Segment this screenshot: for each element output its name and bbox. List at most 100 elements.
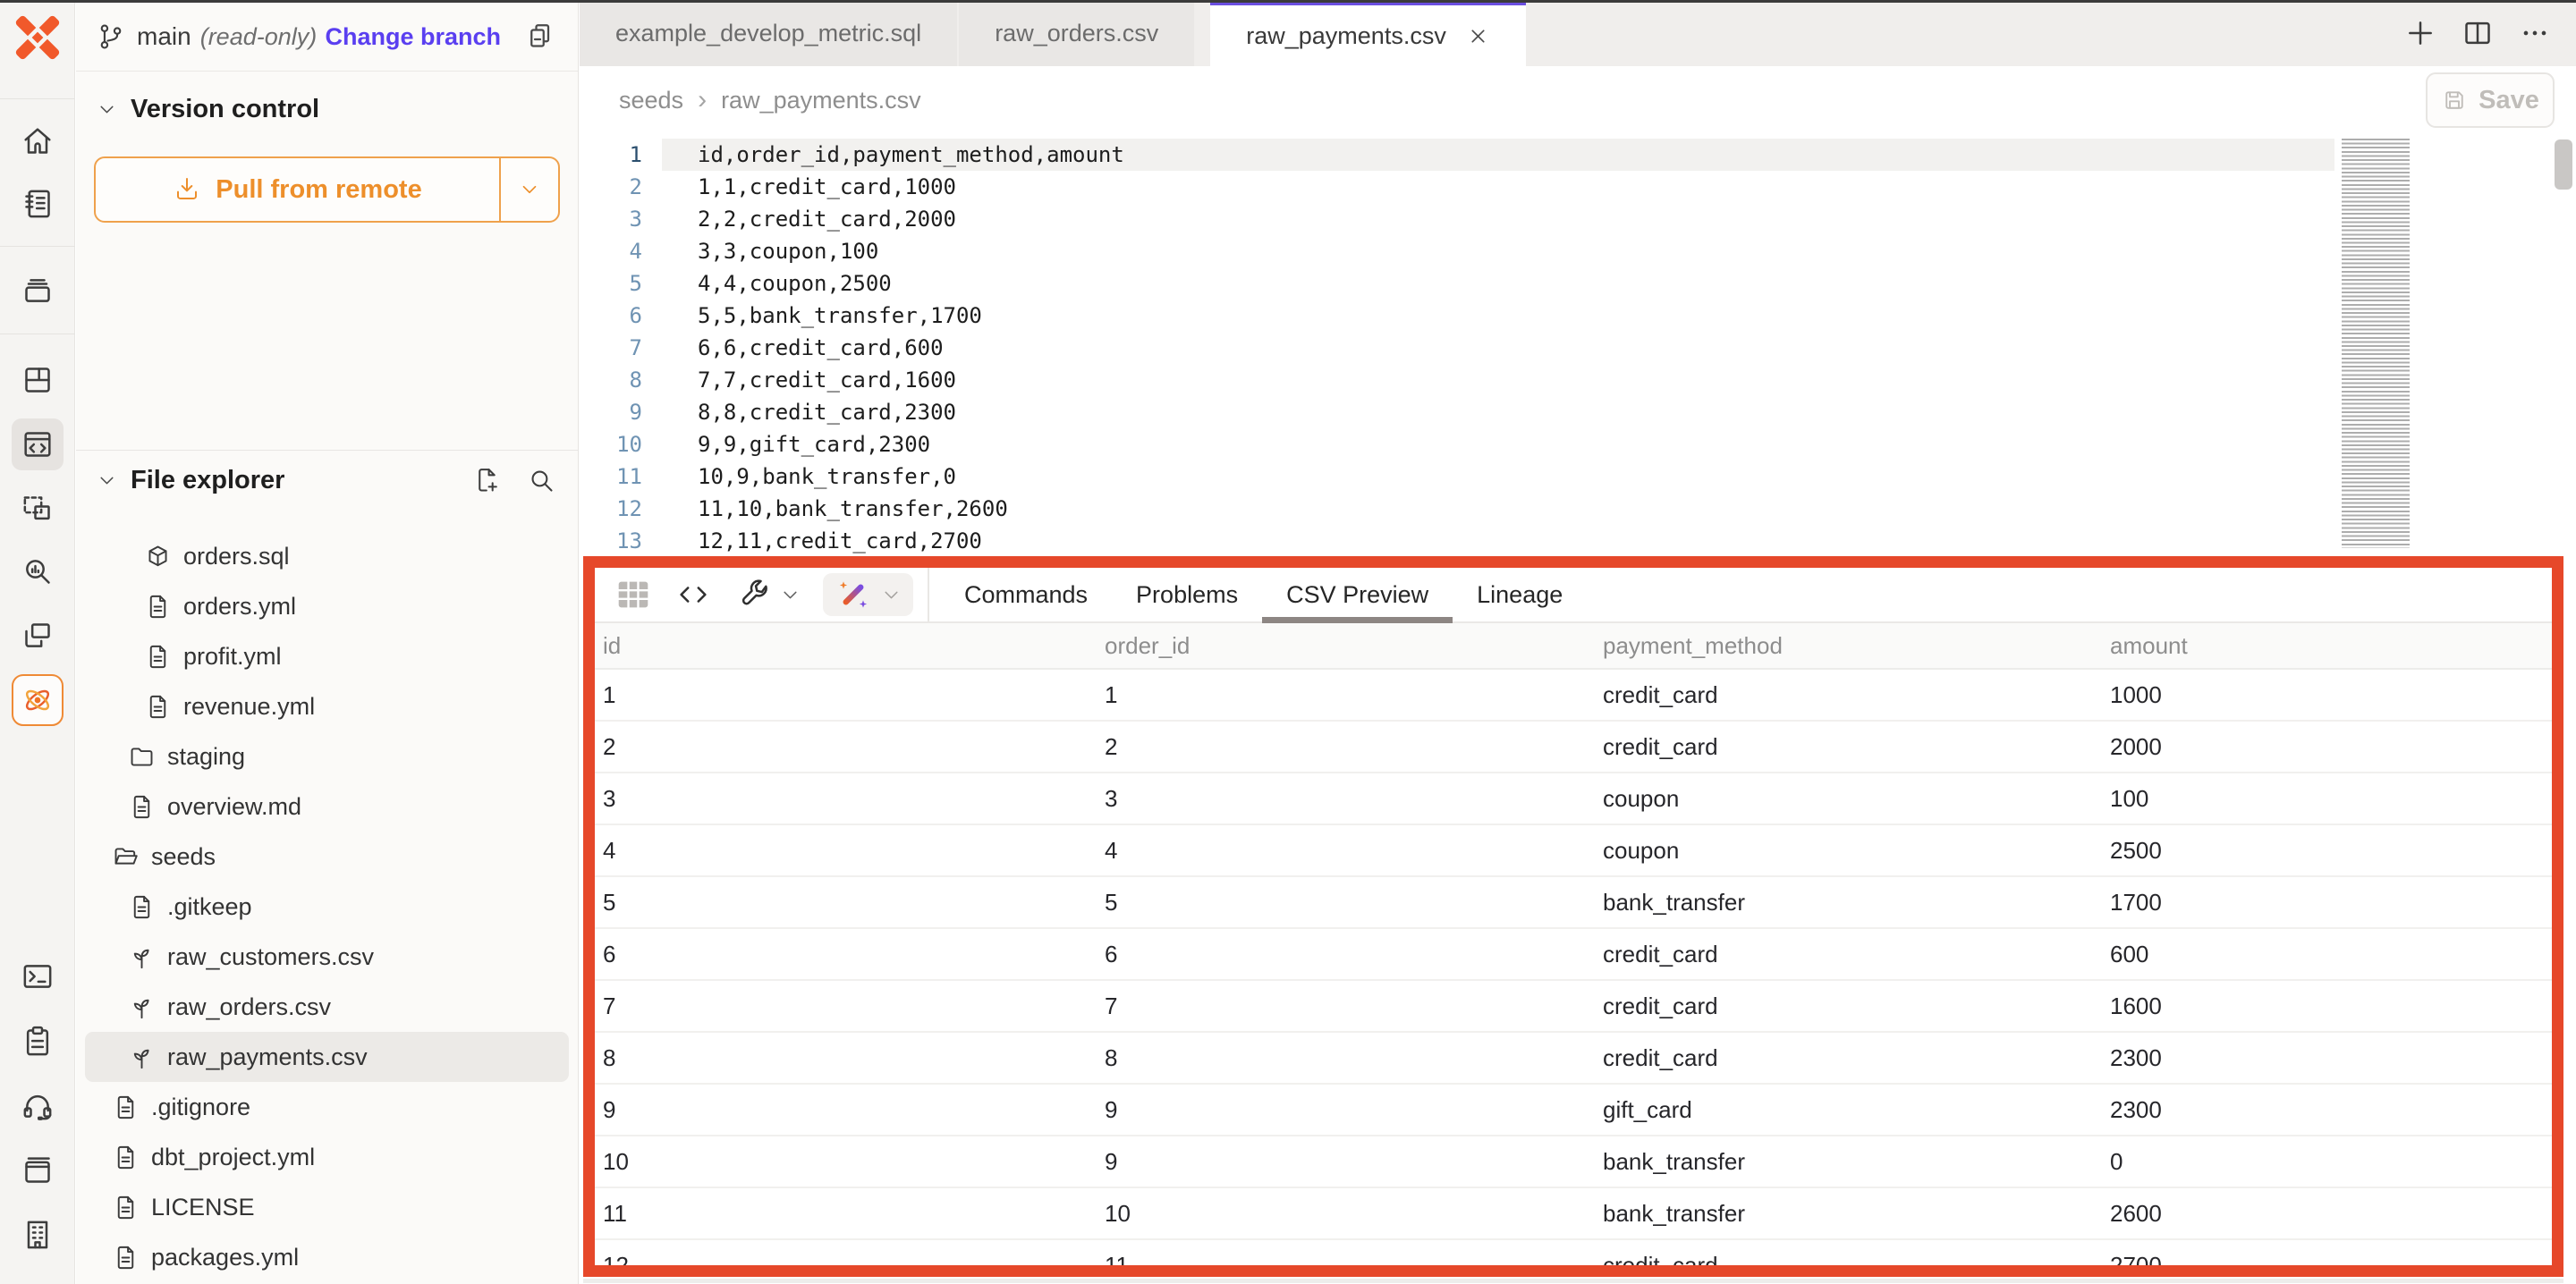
table-cell: 11 <box>1097 1252 1595 1278</box>
change-branch-link[interactable]: Change branch <box>325 23 501 51</box>
file-item-orders-yml[interactable]: orders.yml <box>85 581 569 631</box>
code-text: 2,2,credit_card,2000 <box>662 203 956 235</box>
file-item-revenue-yml[interactable]: revenue.yml <box>85 681 569 731</box>
editor-tabbar: example_develop_metric.sqlraw_orders.csv… <box>580 0 2576 66</box>
table-cell: 9 <box>1097 1096 1595 1124</box>
minimap[interactable] <box>2342 139 2410 548</box>
table-cell: 600 <box>2102 941 2552 968</box>
table-cell: credit_card <box>1595 941 2102 968</box>
rail-item-building[interactable] <box>12 1209 64 1261</box>
rail-item-home[interactable] <box>12 115 64 167</box>
panel-tab-commands[interactable]: Commands <box>940 568 1112 621</box>
chevron-down-icon[interactable] <box>880 584 902 606</box>
file-item--gitkeep[interactable]: .gitkeep <box>85 882 569 932</box>
cube-icon <box>144 543 172 570</box>
rail-item-browser[interactable] <box>12 1145 64 1196</box>
table-row: 77credit_card1600 <box>595 981 2552 1033</box>
chevron-down-icon[interactable] <box>779 584 801 606</box>
close-icon[interactable] <box>1466 24 1490 48</box>
rail-item-windows[interactable] <box>12 610 64 662</box>
breadcrumb-chevron-icon: › <box>698 85 707 115</box>
panel-bottom-strip <box>583 1279 2563 1283</box>
file-item-label: packages.yml <box>151 1244 299 1271</box>
new-tab-icon[interactable] <box>2402 15 2438 51</box>
file-item-raw-customers-csv[interactable]: raw_customers.csv <box>85 932 569 982</box>
rail-item-atom[interactable] <box>12 674 64 726</box>
editor-tab-raw-payments-csv[interactable]: raw_payments.csv <box>1210 0 1526 66</box>
column-header-amount: amount <box>2102 632 2552 660</box>
rail-item-clipboard[interactable] <box>12 1016 64 1068</box>
breadcrumb-folder[interactable]: seeds <box>619 87 683 114</box>
chevron-down-icon[interactable] <box>96 469 118 492</box>
copy-docs-icon[interactable] <box>524 21 556 53</box>
rail-item-search-insights[interactable] <box>12 545 64 597</box>
file-item-label: raw_payments.csv <box>167 1043 368 1071</box>
file-item-raw-payments-csv[interactable]: raw_payments.csv <box>85 1032 569 1082</box>
editor-tab-raw-orders-csv[interactable]: raw_orders.csv <box>959 0 1194 66</box>
folder-open-icon <box>112 843 140 871</box>
file-item-label: .gitkeep <box>167 893 252 921</box>
file-item-overview-md[interactable]: overview.md <box>85 781 569 832</box>
file-item-raw-orders-csv[interactable]: raw_orders.csv <box>85 982 569 1032</box>
editor-scrollbar-thumb[interactable] <box>2555 139 2572 190</box>
table-cell: 5 <box>1097 889 1595 917</box>
line-number: 11 <box>580 460 662 493</box>
panel-toolbar: CommandsProblemsCSV PreviewLineage <box>595 568 2552 623</box>
panel-tab-problems[interactable]: Problems <box>1112 568 1262 621</box>
panel-tab-csv-preview[interactable]: CSV Preview <box>1262 568 1453 621</box>
branch-row: main (read-only) Change branch <box>76 0 578 72</box>
file-item-label: staging <box>167 743 245 771</box>
file-item-orders-sql[interactable]: orders.sql <box>85 531 569 581</box>
seed-icon <box>128 1043 156 1071</box>
pull-from-remote-button[interactable]: Pull from remote <box>94 156 560 223</box>
panel-tab-lineage[interactable]: Lineage <box>1453 568 1587 621</box>
build-wrench-icon[interactable] <box>736 577 772 612</box>
code-line-3: 32,2,credit_card,2000 <box>580 203 2576 235</box>
rail-item-headset[interactable] <box>12 1080 64 1132</box>
chevron-down-icon[interactable] <box>96 98 118 121</box>
frame-select-icon <box>20 491 55 527</box>
table-cell: 2300 <box>2102 1044 2552 1072</box>
table-view-icon[interactable] <box>613 574 654 615</box>
file-item-seeds[interactable]: seeds <box>85 832 569 882</box>
file-item-dbt-project-yml[interactable]: dbt_project.yml <box>85 1132 569 1182</box>
file-item-staging[interactable]: staging <box>85 731 569 781</box>
rail-item-layout-grid[interactable] <box>12 354 64 406</box>
folder-icon <box>128 743 156 771</box>
save-button[interactable]: Save <box>2426 72 2555 128</box>
file-item-label: raw_customers.csv <box>167 943 374 971</box>
rail-item-frame-select[interactable] <box>12 483 64 535</box>
table-cell: 2000 <box>2102 733 2552 761</box>
ai-assist-button[interactable] <box>823 573 913 616</box>
csv-table-header: idorder_idpayment_methodamount <box>595 623 2552 670</box>
breadcrumb-file[interactable]: raw_payments.csv <box>721 87 921 114</box>
table-cell: credit_card <box>1595 1252 2102 1278</box>
rail-item-notebook[interactable] <box>12 178 64 230</box>
table-cell: coupon <box>1595 785 2102 813</box>
file-item-label: seeds <box>151 843 216 871</box>
rail-item-code-window[interactable] <box>12 418 64 470</box>
file-item-license[interactable]: LICENSE <box>85 1182 569 1232</box>
file-item-packages-yml[interactable]: packages.yml <box>85 1232 569 1282</box>
file-item-label: LICENSE <box>151 1194 255 1221</box>
rail-item-archive[interactable] <box>12 265 64 317</box>
pull-options-caret[interactable] <box>499 158 558 221</box>
new-file-icon[interactable] <box>472 466 502 495</box>
split-editor-icon[interactable] <box>2460 15 2496 51</box>
rail-item-terminal[interactable] <box>12 950 64 1002</box>
more-options-icon[interactable] <box>2517 15 2553 51</box>
file-item--gitignore[interactable]: .gitignore <box>85 1082 569 1132</box>
editor-tab-example-develop-metric-sql[interactable]: example_develop_metric.sql <box>580 0 957 66</box>
table-cell: bank_transfer <box>1595 889 2102 917</box>
file-explorer-header: File explorer <box>76 451 578 510</box>
code-editor[interactable]: 1id,order_id,payment_method,amount21,1,c… <box>580 134 2576 1284</box>
csv-preview-panel-highlighted: CommandsProblemsCSV PreviewLineage idord… <box>583 556 2563 1277</box>
windows-icon <box>20 618 55 654</box>
atom-icon <box>20 682 55 718</box>
search-icon[interactable] <box>527 466 556 495</box>
table-row: 22credit_card2000 <box>595 722 2552 773</box>
file-item-profit-yml[interactable]: profit.yml <box>85 631 569 681</box>
table-cell: 2300 <box>2102 1096 2552 1124</box>
toolbar-divider <box>928 568 929 621</box>
code-view-icon[interactable] <box>675 577 711 612</box>
